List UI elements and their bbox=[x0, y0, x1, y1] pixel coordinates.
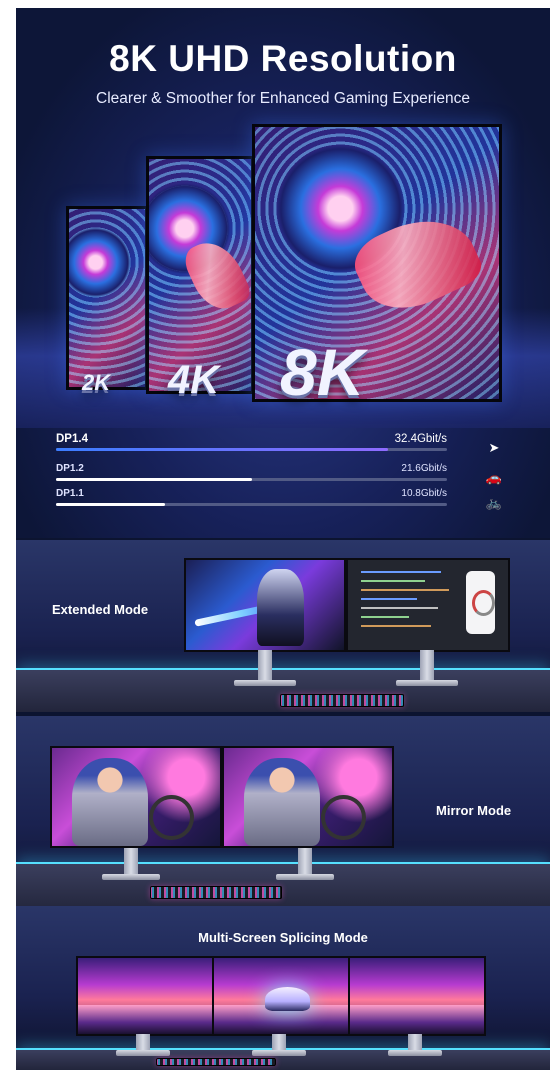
extended-mode-panel: Extended Mode bbox=[16, 540, 550, 712]
splicing-mode-label: Multi-Screen Splicing Mode bbox=[198, 930, 368, 945]
mirror-mode-panel: Mirror Mode bbox=[16, 716, 550, 912]
bandwidth-label: DP1.1 bbox=[56, 488, 84, 499]
monitor-stand-foot bbox=[102, 874, 160, 880]
bandwidth-label: DP1.2 bbox=[56, 463, 84, 474]
bandwidth-value: 21.6Gbit/s bbox=[401, 463, 447, 474]
product-page: 8K UHD Resolution Clearer & Smoother for… bbox=[16, 8, 550, 1070]
monitor-mirror-left bbox=[50, 746, 222, 848]
bandwidth-fill bbox=[56, 448, 389, 451]
bandwidth-track bbox=[56, 448, 447, 451]
monitor-stand bbox=[298, 848, 312, 874]
resolution-label-4k: 4K bbox=[168, 358, 220, 402]
bandwidth-fill bbox=[56, 503, 166, 506]
monitor-stand-foot bbox=[234, 680, 296, 686]
bandwidth-track bbox=[56, 478, 447, 481]
bandwidth-fill bbox=[56, 478, 252, 481]
monitor-stand-foot bbox=[396, 680, 458, 686]
monitor-splice-center bbox=[212, 956, 350, 1036]
monitor-splice-left bbox=[76, 956, 214, 1036]
bandwidth-label: DP1.4 bbox=[56, 433, 88, 445]
monitor-2k bbox=[66, 206, 148, 390]
monitor-stand bbox=[124, 848, 138, 874]
resolution-label-2k: 2K bbox=[82, 370, 111, 395]
splicing-mode-panel: Multi-Screen Splicing Mode bbox=[16, 906, 550, 1070]
monitor-mirror-right bbox=[222, 746, 394, 848]
monitor-game-screen bbox=[184, 558, 346, 652]
resolution-label-8k: 8K bbox=[280, 335, 365, 409]
bicycle-icon: 🚲 bbox=[485, 495, 503, 510]
monitor-code-screen bbox=[346, 558, 510, 652]
bandwidth-value: 32.4Gbit/s bbox=[394, 433, 447, 445]
hero-subtitle: Clearer & Smoother for Enhanced Gaming E… bbox=[96, 90, 470, 107]
rgb-keyboard bbox=[150, 886, 282, 899]
monitor-stand-foot bbox=[276, 874, 334, 880]
extended-mode-label: Extended Mode bbox=[52, 602, 149, 617]
bandwidth-track bbox=[56, 503, 447, 506]
monitor-stand-foot bbox=[116, 1050, 170, 1056]
rocket-icon: ➤ bbox=[488, 440, 500, 455]
hero-title: 8K UHD Resolution bbox=[109, 38, 457, 79]
bandwidth-value: 10.8Gbit/s bbox=[401, 488, 447, 499]
rgb-keyboard bbox=[156, 1058, 276, 1066]
resolution-hero: 8K UHD Resolution Clearer & Smoother for… bbox=[16, 8, 550, 538]
car-icon: 🚗 bbox=[485, 470, 503, 485]
desk bbox=[16, 862, 550, 912]
mirror-mode-label: Mirror Mode bbox=[436, 803, 512, 818]
monitor-splice-right bbox=[348, 956, 486, 1036]
monitor-stand-foot bbox=[388, 1050, 442, 1056]
rgb-keyboard bbox=[280, 694, 404, 707]
monitor-stand-foot bbox=[252, 1050, 306, 1056]
monitor-stand bbox=[420, 650, 434, 680]
monitor-stand bbox=[258, 650, 272, 680]
